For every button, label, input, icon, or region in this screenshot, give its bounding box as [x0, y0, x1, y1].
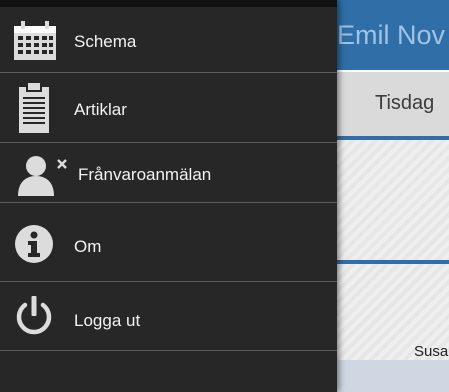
- calendar-icon: [12, 20, 58, 67]
- nav-item-franvaroanmalan[interactable]: Frånvaroanmälan: [0, 143, 337, 202]
- status-bar: [0, 0, 337, 7]
- nav-item-artiklar[interactable]: Artiklar: [0, 73, 337, 142]
- nav-item-label: Schema: [74, 32, 137, 51]
- user-remove-icon: [18, 154, 70, 201]
- nav-item-label: Om: [74, 237, 102, 256]
- power-icon: [14, 295, 54, 342]
- info-icon: [14, 224, 54, 269]
- nav-item-logga-ut[interactable]: Logga ut: [0, 282, 337, 350]
- nav-item-om[interactable]: Om: [0, 203, 337, 281]
- nav-item-label: Artiklar: [74, 100, 127, 119]
- nav-item-label: Frånvaroanmälan: [78, 165, 212, 184]
- nav-item-schema[interactable]: Schema: [0, 7, 337, 72]
- day-label: Tisdag: [375, 92, 435, 114]
- schedule-person-name: Susa: [414, 343, 449, 360]
- divider: [0, 350, 337, 351]
- clipboard-icon: [18, 81, 50, 139]
- nav-item-label: Logga ut: [74, 311, 141, 330]
- navigation-drawer: Schema Artiklar Frånvaroanmälan Om Logga…: [0, 0, 337, 392]
- app-title: Emil Nov: [337, 20, 446, 50]
